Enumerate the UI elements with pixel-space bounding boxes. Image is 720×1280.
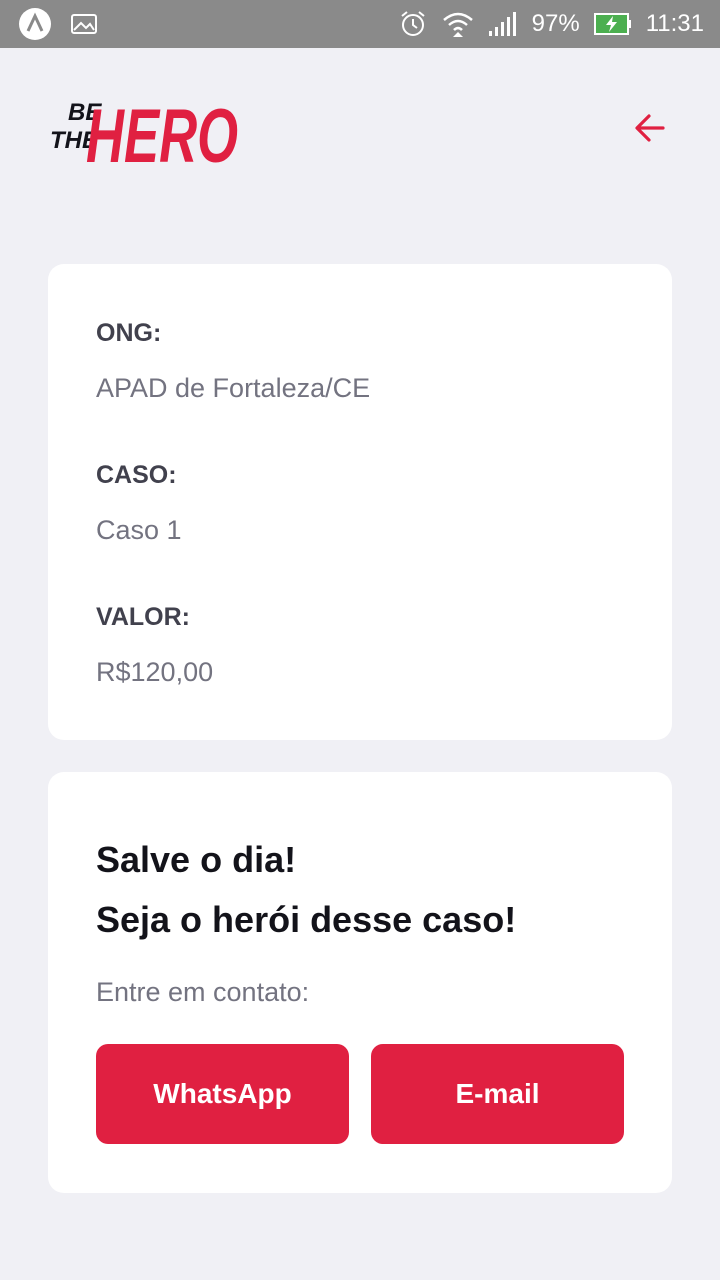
case-property: CASO: Caso 1 (96, 460, 624, 546)
back-button[interactable] (628, 108, 672, 152)
battery-charging-icon (593, 12, 632, 36)
hero-title-line2: Seja o herói desse caso! (96, 899, 517, 940)
value-amount: R$120,00 (96, 657, 214, 687)
app-header: BE THE HERO (48, 86, 672, 179)
image-icon (70, 12, 98, 36)
value-property: VALOR: R$120,00 (96, 602, 624, 688)
arrow-left-icon (633, 111, 667, 150)
signal-icon (488, 11, 518, 37)
app-badge-icon (18, 7, 52, 41)
case-label: CASO: (96, 461, 177, 489)
be-the-hero-logo: BE THE HERO (48, 86, 240, 179)
whatsapp-button[interactable]: WhatsApp (96, 1044, 349, 1144)
ong-property: ONG: APAD de Fortaleza/CE (96, 318, 624, 404)
hero-title-line1: Salve o dia! (96, 839, 297, 880)
ong-label: ONG: (96, 319, 162, 347)
case-value: Caso 1 (96, 515, 182, 545)
logo-text-hero: HERO (86, 94, 238, 172)
contact-actions: WhatsApp E-mail (96, 1044, 624, 1144)
clock-time: 11:31 (645, 10, 704, 37)
status-bar: 97% 11:31 (0, 0, 720, 48)
wifi-icon (442, 10, 474, 38)
incident-details-card: ONG: APAD de Fortaleza/CE CASO: Caso 1 V… (48, 264, 672, 740)
battery-percent: 97% (531, 10, 580, 37)
contact-description: Entre em contato: (96, 977, 310, 1007)
value-label: VALOR: (96, 603, 190, 631)
ong-value: APAD de Fortaleza/CE (96, 373, 371, 403)
contact-card: Salve o dia! Seja o herói desse caso! En… (48, 772, 672, 1193)
alarm-icon (398, 9, 428, 39)
email-button[interactable]: E-mail (371, 1044, 624, 1144)
